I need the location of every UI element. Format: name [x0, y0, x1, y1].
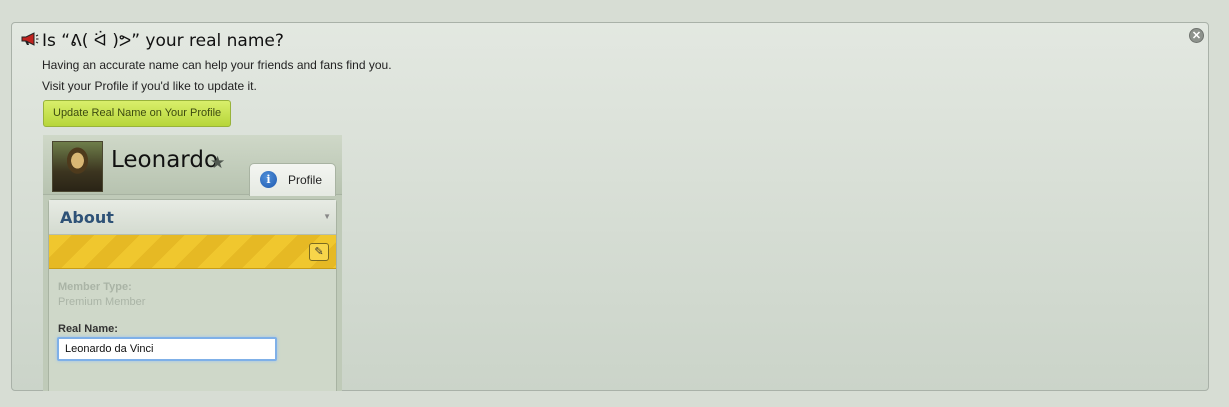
real-name-field[interactable] — [57, 337, 277, 361]
profile-preview: Leonardo ★ i Profile About ▼ ✎ Member Ty… — [43, 135, 342, 391]
notice-description: Having an accurate name can help your fr… — [42, 58, 392, 72]
notice-instruction: Visit your Profile if you'd like to upda… — [42, 79, 257, 93]
member-type-value: Premium Member — [58, 296, 146, 308]
profile-name: Leonardo — [111, 147, 219, 173]
real-name-notice: ✕ Is “ᕕ( ᐛ )ᕗ” your real name? Having an… — [11, 22, 1209, 391]
megaphone-icon — [21, 32, 39, 46]
about-title: About — [60, 208, 114, 227]
notice-title: Is “ᕕ( ᐛ )ᕗ” your real name? — [42, 31, 284, 51]
about-panel: About ▼ ✎ Member Type: Premium Member Re… — [48, 199, 337, 391]
about-header[interactable]: About ▼ — [49, 200, 336, 235]
edit-banner: ✎ — [49, 235, 336, 269]
tab-profile-label: Profile — [288, 173, 323, 187]
real-name-label: Real Name: — [58, 323, 118, 335]
profile-header: Leonardo ★ i Profile — [43, 135, 342, 196]
member-type-label: Member Type: — [58, 281, 132, 293]
close-icon[interactable]: ✕ — [1189, 28, 1204, 43]
star-icon: ★ — [210, 153, 226, 172]
update-real-name-button[interactable]: Update Real Name on Your Profile — [43, 100, 232, 127]
pencil-icon[interactable]: ✎ — [309, 243, 329, 261]
avatar — [52, 141, 103, 192]
chevron-down-icon[interactable]: ▼ — [323, 212, 331, 221]
info-icon: i — [260, 171, 277, 188]
tab-profile[interactable]: i Profile — [249, 163, 336, 196]
